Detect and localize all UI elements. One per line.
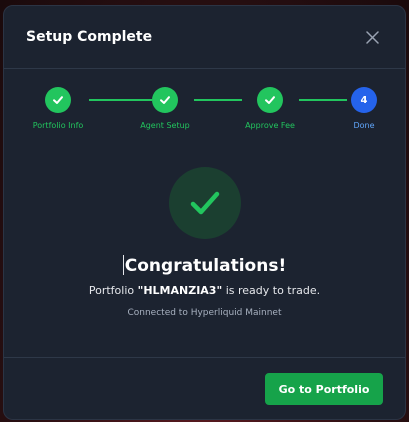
setup-complete-modal: Setup Complete Portfolio Info Agent Setu… [3, 5, 406, 420]
step-label: Approve Fee [245, 121, 295, 130]
close-icon [365, 30, 379, 44]
step-label: Done [353, 121, 375, 130]
portfolio-name: "HLMANZIA3" [137, 284, 223, 297]
message-suffix: is ready to trade. [222, 284, 321, 297]
setup-stepper: Portfolio Info Agent Setup Approve Fee 4… [4, 69, 405, 159]
success-heading: Congratulations! [4, 255, 405, 276]
step-complete-badge [45, 87, 71, 113]
step-portfolio-info: Portfolio Info [13, 87, 103, 130]
check-icon [265, 96, 275, 104]
ready-message: Portfolio "HLMANZIA3" is ready to trade. [4, 284, 405, 297]
step-label: Portfolio Info [32, 121, 84, 130]
check-icon [160, 96, 170, 104]
success-badge [169, 167, 241, 239]
modal-title: Setup Complete [26, 29, 153, 45]
connection-status: Connected to Hyperliquid Mainnet [127, 308, 282, 318]
step-approve-fee: Approve Fee [225, 87, 315, 130]
large-check-icon [190, 191, 220, 215]
step-complete-badge [152, 87, 178, 113]
step-complete-badge [257, 87, 283, 113]
message-prefix: Portfolio [88, 284, 138, 297]
step-number-badge: 4 [351, 87, 377, 113]
check-icon [53, 96, 63, 104]
modal-header: Setup Complete [4, 6, 405, 69]
close-button[interactable] [363, 28, 381, 46]
modal-footer: Go to Portfolio [4, 357, 405, 419]
text-cursor [122, 255, 124, 275]
go-to-portfolio-button[interactable]: Go to Portfolio [265, 373, 383, 405]
step-done: 4 Done [319, 87, 405, 130]
step-agent-setup: Agent Setup [120, 87, 210, 130]
success-heading-text: Congratulations! [124, 256, 287, 276]
step-label: Agent Setup [140, 121, 190, 130]
